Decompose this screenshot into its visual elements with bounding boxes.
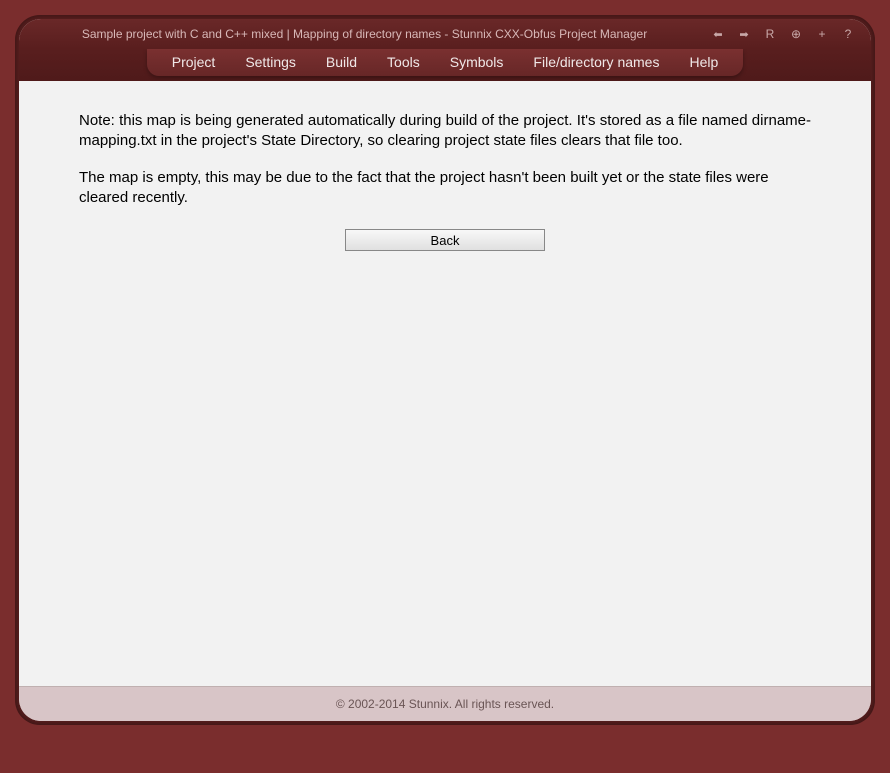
note-text-1: Note: this map is being generated automa… bbox=[79, 111, 811, 150]
back-button-container: Back bbox=[79, 229, 811, 251]
menu-help[interactable]: Help bbox=[689, 54, 718, 70]
nav-back-icon[interactable] bbox=[710, 26, 726, 42]
window-frame: Sample project with C and C++ mixed | Ma… bbox=[15, 15, 875, 725]
menu-symbols[interactable]: Symbols bbox=[450, 54, 504, 70]
menubar-container: Project Settings Build Tools Symbols Fil… bbox=[19, 49, 871, 81]
back-button[interactable]: Back bbox=[345, 229, 545, 251]
copyright-text: © 2002-2014 Stunnix. All rights reserved… bbox=[336, 697, 554, 711]
menu-build[interactable]: Build bbox=[326, 54, 357, 70]
footer: © 2002-2014 Stunnix. All rights reserved… bbox=[19, 686, 871, 721]
menu-settings[interactable]: Settings bbox=[245, 54, 296, 70]
window-inner: Sample project with C and C++ mixed | Ma… bbox=[19, 19, 871, 721]
menu-tools[interactable]: Tools bbox=[387, 54, 420, 70]
add-icon[interactable]: + bbox=[814, 26, 830, 42]
menu-project[interactable]: Project bbox=[172, 54, 216, 70]
note-text-2: The map is empty, this may be due to the… bbox=[79, 168, 811, 207]
reload-icon[interactable]: R bbox=[762, 26, 778, 42]
titlebar: Sample project with C and C++ mixed | Ma… bbox=[19, 19, 871, 49]
titlebar-icons: R ⊕ + ? bbox=[710, 26, 856, 42]
menu-filedir[interactable]: File/directory names bbox=[533, 54, 659, 70]
content-area: Note: this map is being generated automa… bbox=[19, 81, 871, 686]
zoom-in-icon[interactable]: ⊕ bbox=[788, 26, 804, 42]
window-title: Sample project with C and C++ mixed | Ma… bbox=[19, 27, 710, 41]
help-icon[interactable]: ? bbox=[840, 26, 856, 42]
menubar: Project Settings Build Tools Symbols Fil… bbox=[147, 49, 744, 76]
nav-forward-icon[interactable] bbox=[736, 26, 752, 42]
